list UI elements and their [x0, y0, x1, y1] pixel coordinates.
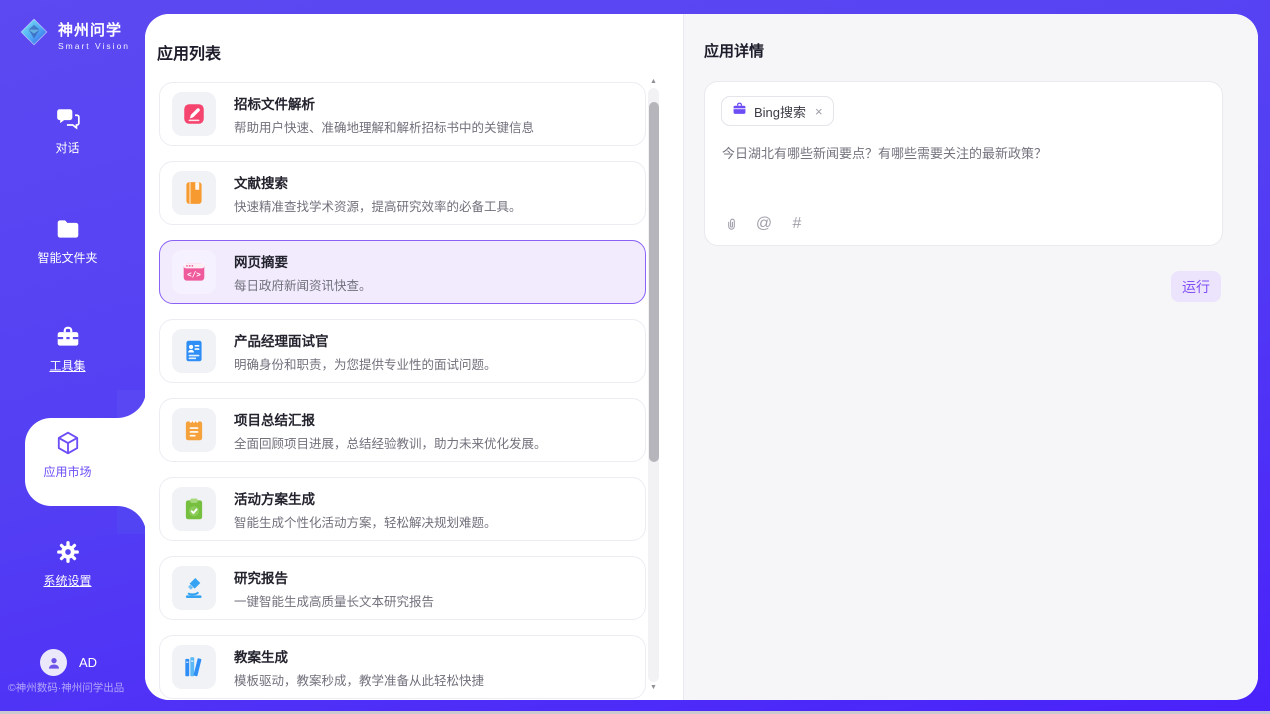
- scrollbar-track[interactable]: [648, 88, 659, 682]
- book-icon: [172, 171, 216, 215]
- app-card-title: 项目总结汇报: [234, 409, 547, 429]
- input-toolbar: @ #: [722, 215, 806, 233]
- sidebar-item-label: 工具集: [49, 357, 85, 374]
- brand-logo-icon: [18, 16, 50, 53]
- app-card-title: 活动方案生成: [234, 488, 497, 508]
- edit-doc-icon: [172, 92, 216, 136]
- gear-icon: [55, 539, 81, 565]
- svg-text:</>: </>: [187, 270, 201, 279]
- app-card-activity-plan[interactable]: 活动方案生成智能生成个性化活动方案，轻松解决规划难题。: [159, 477, 646, 541]
- user-account[interactable]: AD: [40, 649, 97, 676]
- brand-name: 神州问学: [58, 19, 130, 40]
- scroll-up-arrow[interactable]: ▲: [648, 76, 659, 88]
- app-card-tender-parse[interactable]: 招标文件解析帮助用户快速、准确地理解和解析招标书中的关键信息: [159, 82, 646, 146]
- app-card-title: 产品经理面试官: [234, 330, 497, 350]
- sidebar: 神州问学 Smart Vision 对话智能文件夹工具集应用市场系统设置 AD …: [0, 0, 145, 714]
- bulge-curve-top: [117, 390, 146, 418]
- sidebar-item-app-market[interactable]: 应用市场: [0, 430, 135, 480]
- app-card-desc: 智能生成个性化活动方案，轻松解决规划难题。: [234, 512, 497, 531]
- app-card-title: 网页摘要: [234, 251, 372, 271]
- microscope-icon: [172, 566, 216, 610]
- resume-icon: [172, 329, 216, 373]
- paperclip-icon[interactable]: [722, 215, 740, 233]
- books-icon: [172, 645, 216, 689]
- query-input-card[interactable]: Bing搜索 × 今日湖北有哪些新闻要点？有哪些需要关注的最新政策？ @ #: [704, 81, 1223, 246]
- app-card-desc: 一键智能生成高质量长文本研究报告: [234, 591, 434, 610]
- tool-tag-bing-search[interactable]: Bing搜索 ×: [721, 96, 834, 126]
- app-card-title: 文献搜索: [234, 172, 522, 192]
- user-label: AD: [79, 655, 97, 670]
- scroll-down-arrow[interactable]: ▼: [648, 682, 659, 694]
- sidebar-item-label: 智能文件夹: [37, 249, 97, 266]
- sidebar-item-chat[interactable]: 对话: [0, 106, 135, 156]
- app-list-title: 应用列表: [157, 40, 221, 64]
- app-card-desc: 帮助用户快速、准确地理解和解析招标书中的关键信息: [234, 117, 534, 136]
- app-card-pm-interviewer[interactable]: 产品经理面试官明确身份和职责，为您提供专业性的面试问题。: [159, 319, 646, 383]
- chat-icon: [55, 106, 81, 132]
- clipboard-icon: [172, 487, 216, 531]
- app-card-literature-search[interactable]: 文献搜索快速精准查找学术资源，提高研究效率的必备工具。: [159, 161, 646, 225]
- close-icon[interactable]: ×: [815, 105, 823, 118]
- bulge-curve-bottom: [117, 506, 146, 534]
- copyright: ©神州数码·神州问学出品: [8, 680, 124, 695]
- sidebar-item-toolkit[interactable]: 工具集: [0, 324, 135, 374]
- run-button[interactable]: 运行: [1171, 271, 1221, 302]
- app-detail-panel: 应用详情 Bing搜索 × 今日湖北有哪些新闻要点？有哪些需要关注的最新政策？ …: [683, 14, 1258, 700]
- app-card-title: 教案生成: [234, 646, 484, 666]
- briefcase-icon: [732, 101, 747, 121]
- sidebar-item-label: 应用市场: [43, 463, 91, 480]
- brand-subtitle: Smart Vision: [58, 41, 130, 51]
- main-content: 应用列表 招标文件解析帮助用户快速、准确地理解和解析招标书中的关键信息文献搜索快…: [145, 14, 1258, 700]
- at-icon[interactable]: @: [755, 215, 773, 233]
- sidebar-item-label: 系统设置: [43, 572, 91, 589]
- app-card-desc: 每日政府新闻资讯快查。: [234, 275, 372, 294]
- app-card-project-report[interactable]: 项目总结汇报全面回顾项目进展，总结经验教训，助力未来优化发展。: [159, 398, 646, 462]
- app-card-research-report[interactable]: 研究报告一键智能生成高质量长文本研究报告: [159, 556, 646, 620]
- sidebar-item-settings[interactable]: 系统设置: [0, 539, 135, 589]
- webpage-icon: </>: [172, 250, 216, 294]
- app-card-lesson-plan[interactable]: 教案生成模板驱动，教案秒成，教学准备从此轻松快捷: [159, 635, 646, 699]
- sidebar-item-label: 对话: [55, 139, 79, 156]
- app-card-desc: 明确身份和职责，为您提供专业性的面试问题。: [234, 354, 497, 373]
- tool-tag-label: Bing搜索: [754, 102, 806, 121]
- app-card-desc: 快速精准查找学术资源，提高研究效率的必备工具。: [234, 196, 522, 215]
- hash-icon[interactable]: #: [788, 215, 806, 233]
- toolbox-icon: [55, 324, 81, 350]
- app-list-panel: 应用列表 招标文件解析帮助用户快速、准确地理解和解析招标书中的关键信息文献搜索快…: [145, 14, 683, 700]
- app-card-desc: 模板驱动，教案秒成，教学准备从此轻松快捷: [234, 670, 484, 689]
- brand: 神州问学 Smart Vision: [18, 16, 130, 53]
- folder-icon: [55, 216, 81, 242]
- app-card-title: 研究报告: [234, 567, 434, 587]
- scrollbar-thumb[interactable]: [649, 102, 659, 462]
- app-card-desc: 全面回顾项目进展，总结经验教训，助力未来优化发展。: [234, 433, 547, 452]
- app-card-title: 招标文件解析: [234, 93, 534, 113]
- cube-icon: [55, 430, 81, 456]
- avatar: [40, 649, 67, 676]
- app-detail-title: 应用详情: [704, 40, 764, 61]
- scrollbar[interactable]: ▲ ▼: [648, 76, 659, 694]
- query-text[interactable]: 今日湖北有哪些新闻要点？有哪些需要关注的最新政策？: [722, 144, 1206, 164]
- sidebar-item-smart-folder[interactable]: 智能文件夹: [0, 216, 135, 266]
- notepad-icon: [172, 408, 216, 452]
- app-card-web-summary[interactable]: </> 网页摘要每日政府新闻资讯快查。: [159, 240, 646, 304]
